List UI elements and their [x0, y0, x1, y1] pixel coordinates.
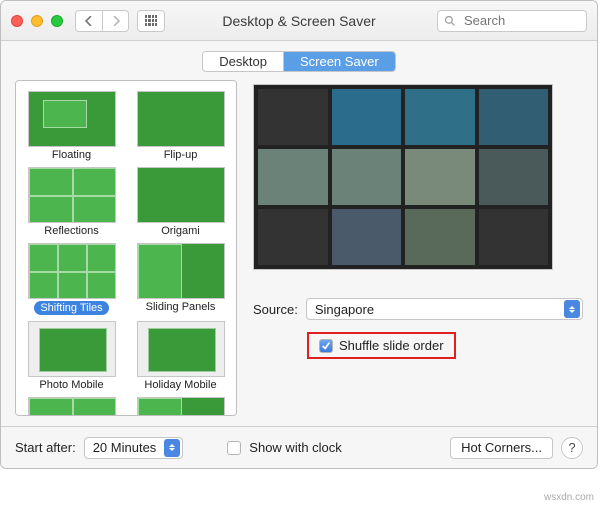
forward-button[interactable]: [102, 11, 128, 31]
search-input[interactable]: [462, 12, 580, 29]
watermark: wsxdn.com: [544, 492, 594, 503]
zoom-icon[interactable]: [51, 15, 63, 27]
content-body: Floating Flip-up Reflections Origami Shi…: [1, 80, 597, 416]
window-controls: [11, 15, 63, 27]
saver-label: Shifting Tiles: [34, 301, 108, 315]
saver-label: Photo Mobile: [22, 379, 121, 391]
screensaver-preview[interactable]: [253, 84, 553, 270]
saver-label: Origami: [131, 225, 230, 237]
close-icon[interactable]: [11, 15, 23, 27]
nav-back-forward: [75, 10, 129, 32]
updown-icon: [564, 300, 580, 318]
tab-desktop[interactable]: Desktop: [203, 52, 283, 71]
help-icon: ?: [568, 440, 575, 455]
titlebar: Desktop & Screen Saver: [1, 1, 597, 41]
saver-label: Sliding Panels: [131, 301, 230, 313]
saver-label: Holiday Mobile: [131, 379, 230, 391]
start-after-value: 20 Minutes: [93, 440, 157, 455]
search-icon: [444, 15, 456, 27]
prefpane-window: Desktop & Screen Saver Desktop Screen Sa…: [0, 0, 598, 469]
saver-shifting-tiles[interactable]: Shifting Tiles: [22, 243, 121, 315]
start-after-label: Start after:: [15, 440, 76, 455]
show-with-clock-label: Show with clock: [249, 440, 341, 455]
updown-icon: [164, 439, 180, 457]
source-row: Source: Singapore: [253, 298, 583, 320]
hot-corners-label: Hot Corners...: [461, 440, 542, 455]
tab-bar: Desktop Screen Saver: [1, 41, 597, 80]
saver-reflections[interactable]: Reflections: [22, 167, 121, 237]
source-label: Source:: [253, 302, 298, 317]
search-field[interactable]: [437, 10, 587, 32]
tab-screen-saver[interactable]: Screen Saver: [283, 52, 395, 71]
saver-label: Reflections: [22, 225, 121, 237]
grid-icon: [145, 15, 157, 27]
shuffle-checkbox[interactable]: [319, 339, 333, 353]
shuffle-label: Shuffle slide order: [339, 338, 444, 353]
shuffle-row: Shuffle slide order: [307, 332, 456, 359]
saver-origami[interactable]: Origami: [131, 167, 230, 237]
saver-label: Flip-up: [131, 149, 230, 161]
back-button[interactable]: [76, 11, 102, 31]
saver-photo-mobile[interactable]: Photo Mobile: [22, 321, 121, 391]
saver-label: Floating: [22, 149, 121, 161]
screensaver-list[interactable]: Floating Flip-up Reflections Origami Shi…: [15, 80, 237, 416]
help-button[interactable]: ?: [561, 437, 583, 459]
minimize-icon[interactable]: [31, 15, 43, 27]
source-value: Singapore: [315, 302, 374, 317]
saver-holiday-mobile[interactable]: Holiday Mobile: [131, 321, 230, 391]
show-all-button[interactable]: [137, 10, 165, 32]
show-with-clock-checkbox[interactable]: [227, 441, 241, 455]
saver-sliding-panels[interactable]: Sliding Panels: [131, 243, 230, 315]
saver-floating[interactable]: Floating: [22, 91, 121, 161]
start-after-select[interactable]: 20 Minutes: [84, 437, 184, 459]
right-pane: Source: Singapore Shuffle slide order: [253, 80, 583, 416]
saver-extra-1[interactable]: [22, 397, 121, 416]
source-select[interactable]: Singapore: [306, 298, 583, 320]
footer: Start after: 20 Minutes Show with clock …: [1, 426, 597, 468]
hot-corners-button[interactable]: Hot Corners...: [450, 437, 553, 459]
saver-extra-2[interactable]: [131, 397, 230, 416]
saver-flip-up[interactable]: Flip-up: [131, 91, 230, 161]
